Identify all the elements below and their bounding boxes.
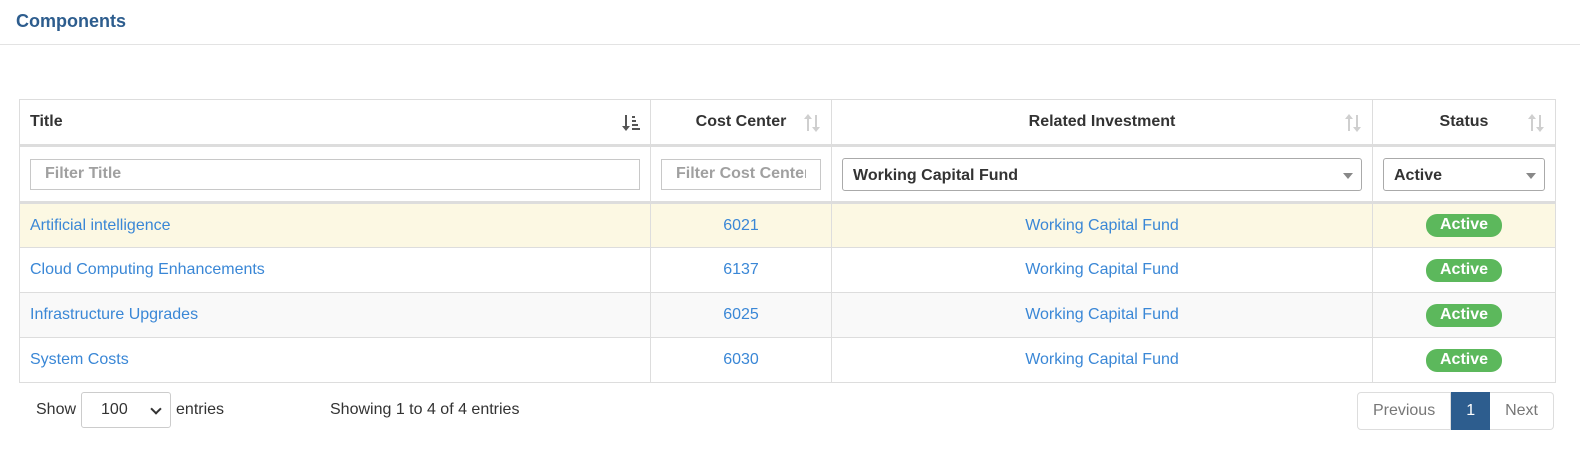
related-investment-select[interactable]: Working Capital Fund [842,157,1362,191]
cell-status: Active [1372,247,1556,293]
page-length-value: 100 [101,401,128,418]
table-row: Cloud Computing Enhancements 6137 Workin… [19,247,1556,293]
cost-center-link[interactable]: 6025 [723,306,759,323]
cost-center-link[interactable]: 6021 [723,217,759,234]
cost-center-link[interactable]: 6030 [723,351,759,368]
cost-center-link[interactable]: 6137 [723,261,759,278]
column-header-title[interactable]: Title [19,99,651,147]
previous-page-button[interactable]: Previous [1356,392,1452,430]
dropdown-arrow-icon [1526,172,1536,179]
status-select-value: Active [1394,166,1443,184]
status-badge: Active [1425,303,1503,327]
related-investment-select-value: Working Capital Fund [853,166,1019,184]
column-header-status-label: Status [1439,113,1489,130]
cell-title: Infrastructure Upgrades [19,292,651,338]
sort-both-icon [1345,114,1361,132]
table-row: Artificial intelligence 6021 Working Cap… [19,202,1556,248]
filter-cell-related-investment: Working Capital Fund [831,145,1373,204]
dropdown-arrow-icon [1343,172,1353,179]
column-header-title-label: Title [30,113,63,130]
status-badge: Active [1425,348,1503,372]
status-select[interactable]: Active [1383,157,1545,191]
components-table-wrapper: Title Cost Center Related Investment Sta… [19,99,1556,383]
title-link[interactable]: Infrastructure Upgrades [30,306,198,323]
cell-title: System Costs [19,337,651,383]
filter-cell-title [19,145,651,204]
status-badge: Active [1425,258,1503,282]
related-investment-link[interactable]: Working Capital Fund [1025,217,1179,234]
cell-related-investment: Working Capital Fund [831,337,1373,383]
title-link[interactable]: Cloud Computing Enhancements [30,261,265,278]
cell-title: Artificial intelligence [19,202,651,248]
table-row: System Costs 6030 Working Capital Fund A… [19,337,1556,383]
column-header-related-investment[interactable]: Related Investment [831,99,1373,147]
column-header-related-investment-label: Related Investment [1028,113,1176,130]
filter-cost-center-input[interactable] [661,158,821,190]
cell-status: Active [1372,337,1556,383]
title-link[interactable]: System Costs [30,351,129,368]
cell-cost-center: 6021 [650,202,832,248]
chevron-down-icon [150,403,162,415]
next-page-button[interactable]: Next [1490,392,1554,430]
pagination: Previous 1 Next [1356,392,1554,430]
cell-cost-center: 6030 [650,337,832,383]
cell-related-investment: Working Capital Fund [831,292,1373,338]
column-header-cost-center[interactable]: Cost Center [650,99,832,147]
sort-both-icon [1528,114,1544,132]
show-label: Show [36,401,77,418]
filter-title-input[interactable] [30,158,640,190]
column-header-status[interactable]: Status [1372,99,1556,147]
title-link[interactable]: Artificial intelligence [30,217,171,234]
panel-heading: Components [0,0,1580,45]
filter-cell-cost-center [650,145,832,204]
status-badge: Active [1425,214,1503,237]
related-investment-link[interactable]: Working Capital Fund [1025,261,1179,278]
sort-both-icon [804,114,820,132]
page-length-select[interactable]: 100 [81,392,172,428]
cell-title: Cloud Computing Enhancements [19,247,651,293]
related-investment-link[interactable]: Working Capital Fund [1025,351,1179,368]
cell-status: Active [1372,292,1556,338]
cell-cost-center: 6137 [650,247,832,293]
page-length-control: Show 100 entries [36,392,224,428]
related-investment-link[interactable]: Working Capital Fund [1025,306,1179,323]
table-row: Infrastructure Upgrades 6025 Working Cap… [19,292,1556,338]
cell-status: Active [1372,202,1556,248]
cell-related-investment: Working Capital Fund [831,247,1373,293]
table-info: Showing 1 to 4 of 4 entries [330,401,520,418]
components-table: Title Cost Center Related Investment Sta… [19,99,1556,383]
page-1-button[interactable]: 1 [1451,392,1491,430]
filter-cell-status: Active [1372,145,1556,204]
column-header-cost-center-label: Cost Center [695,113,787,130]
sort-ascending-icon [622,115,640,131]
cell-cost-center: 6025 [650,292,832,338]
entries-label: entries [176,401,225,418]
cell-related-investment: Working Capital Fund [831,202,1373,248]
page-title: Components [16,11,126,31]
